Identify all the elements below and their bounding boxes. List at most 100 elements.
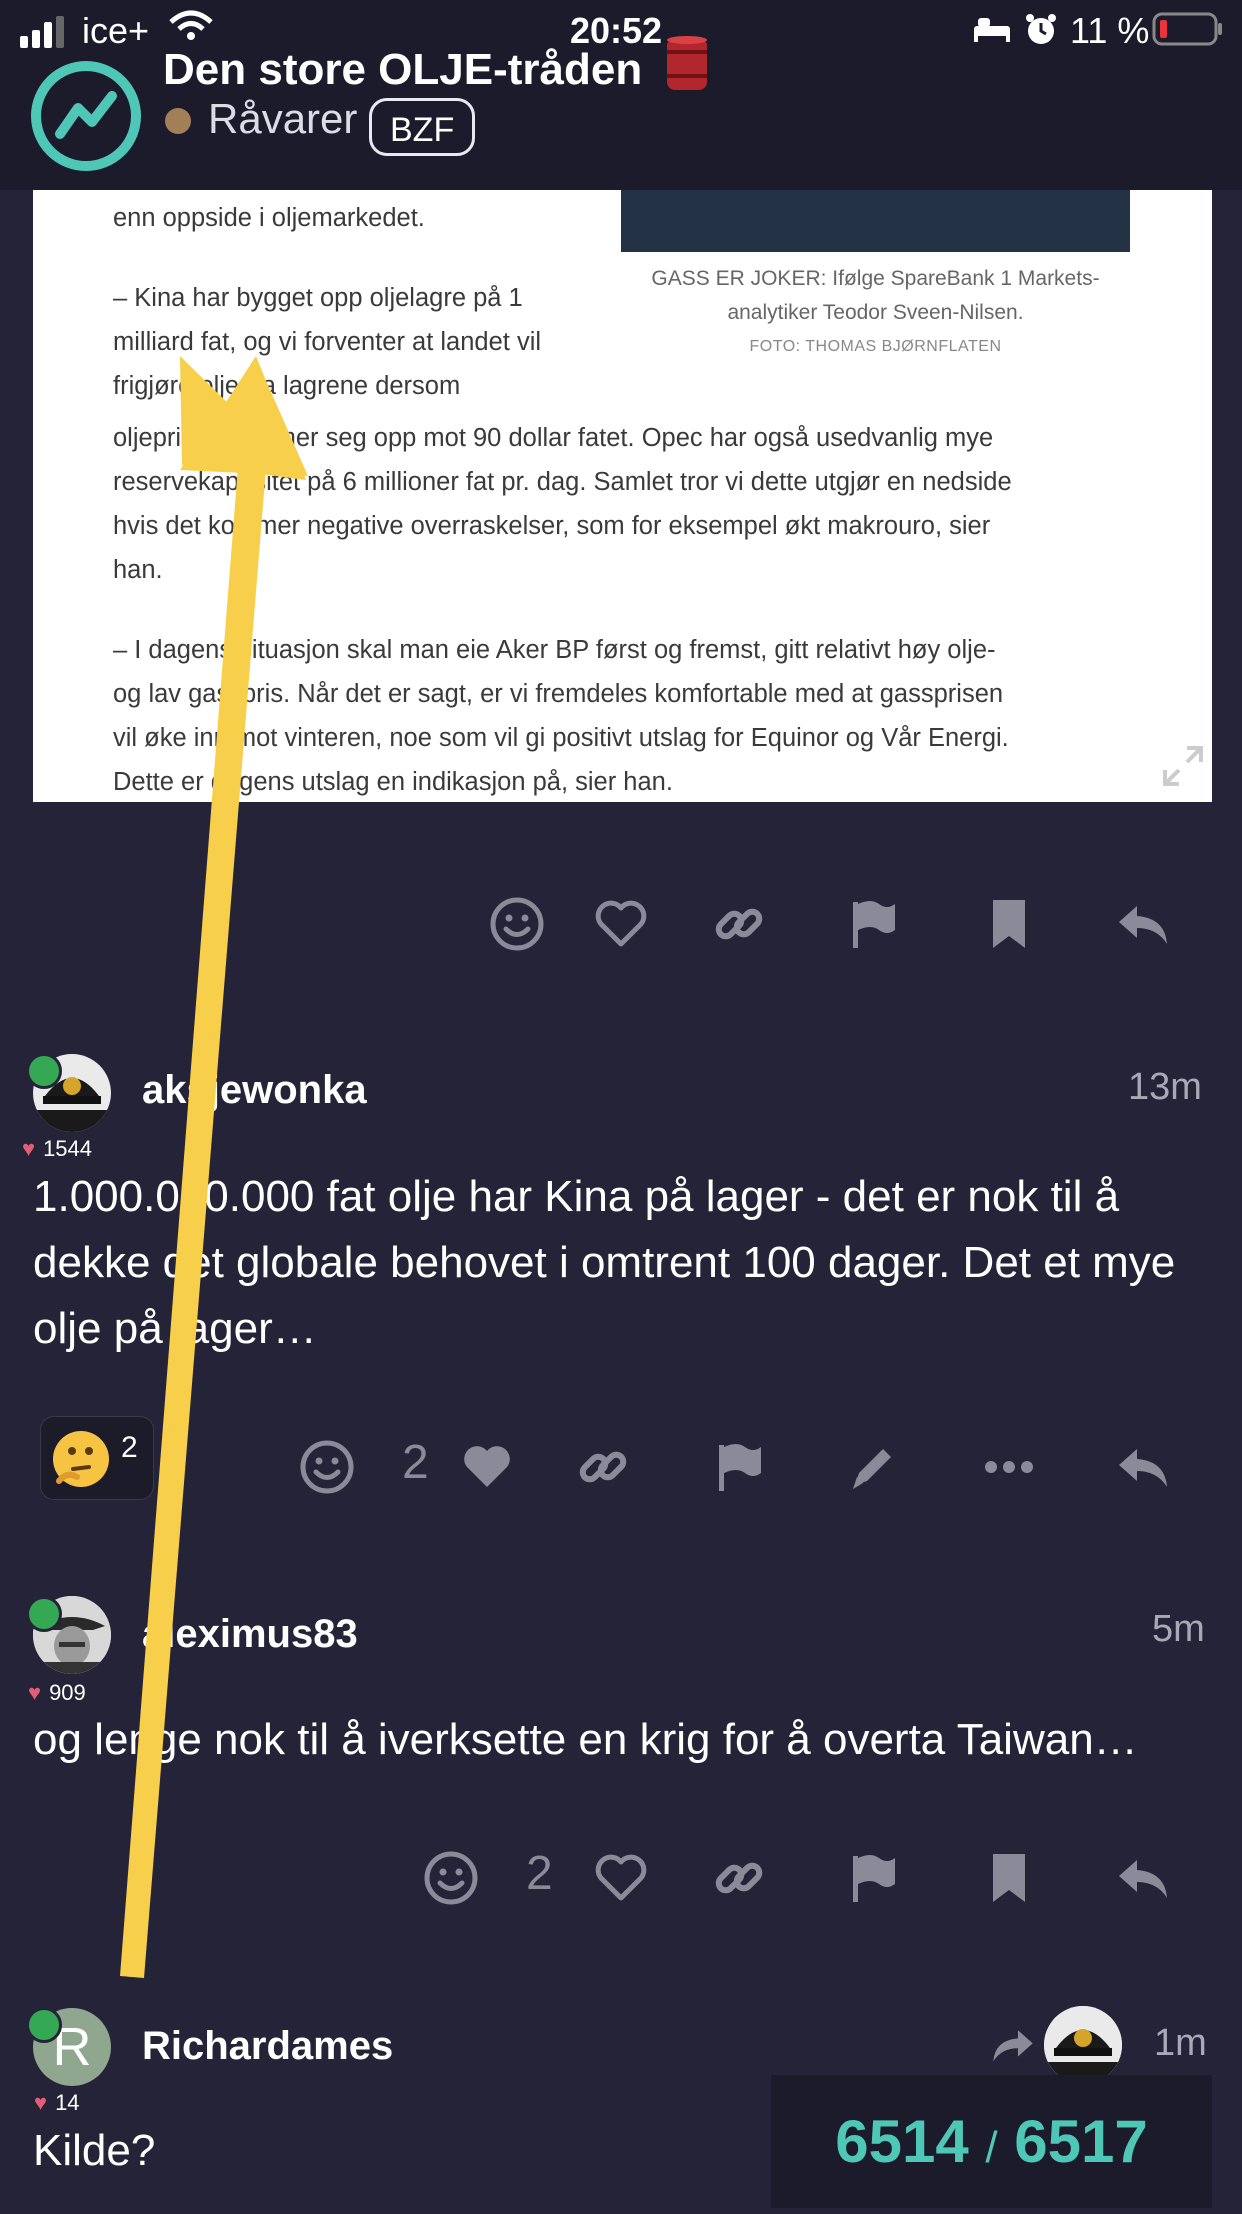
article-column-text: enn oppside i oljemarkedet. – Kina har b…: [113, 196, 633, 408]
copy-link-button[interactable]: [704, 1838, 774, 1918]
reply-to-avatar[interactable]: [1044, 2006, 1122, 2084]
reply-button[interactable]: [1108, 1427, 1178, 1507]
bookmark-button[interactable]: [974, 884, 1044, 964]
bed-icon: [974, 18, 1010, 42]
topic-title-text: Den store OLJE-tråden: [163, 45, 643, 94]
reply-to-icon[interactable]: [990, 2022, 1036, 2068]
post-actions: 2: [0, 1427, 1242, 1507]
article-line: og lav gasspris. Når det er sagt, er vi …: [113, 680, 1004, 708]
online-indicator: [26, 1596, 62, 1632]
flag-icon: [711, 1439, 767, 1495]
reply-button[interactable]: [1108, 884, 1178, 964]
photo-caption: GASS ER JOKER: Ifølge SpareBank 1 Market…: [621, 262, 1130, 364]
post-actions: [0, 884, 1242, 964]
article-line: enn oppside i oljemarkedet.: [113, 204, 425, 232]
user-likes: ♥ 909: [28, 1680, 86, 1706]
article-line: han.: [113, 556, 163, 584]
caption-line: analytiker Teodor Sveen-Nilsen.: [727, 301, 1024, 324]
post-time[interactable]: 1m: [1154, 2022, 1207, 2065]
flag-icon: [845, 1850, 901, 1906]
username[interactable]: aksjewonka: [142, 1068, 367, 1113]
flag-button[interactable]: [838, 884, 908, 964]
heart-filled-icon: [459, 1439, 515, 1495]
pencil-icon: [845, 1439, 901, 1495]
reply-icon: [1115, 896, 1171, 952]
article-full-text: oljeprisen nærmer seg opp mot 90 dollar …: [113, 416, 1203, 802]
username[interactable]: aleximus83: [142, 1612, 358, 1657]
copy-link-button[interactable]: [704, 884, 774, 964]
progress-total: 6517: [1014, 2108, 1148, 2175]
flag-icon: [845, 896, 901, 952]
category-color-dot: [165, 108, 191, 134]
battery-icon: [1152, 12, 1222, 46]
post-time[interactable]: 13m: [1128, 1066, 1202, 1109]
article-line: vil øke inn mot vinteren, noe som vil gi…: [113, 724, 1009, 752]
article-line: hvis det kommer negative overraskelser, …: [113, 512, 991, 540]
topic-progress[interactable]: 6514 / 6517: [771, 2075, 1212, 2208]
article-line: oljeprisen nærmer seg opp mot 90 dollar …: [113, 424, 994, 452]
reply-icon: [1115, 1850, 1171, 1906]
heart-icon: ♥: [22, 1136, 36, 1161]
react-button[interactable]: [292, 1427, 362, 1507]
react-button[interactable]: [482, 884, 552, 964]
post-actions: 2: [0, 1838, 1242, 1918]
article-line: reservekapasitet på 6 millioner fat pr. …: [113, 468, 1012, 496]
post-body: og lenge nok til å iverksette en krig fo…: [33, 1715, 1138, 1764]
oil-barrel-icon: [667, 36, 708, 90]
like-count[interactable]: 2: [526, 1846, 553, 1901]
user-likes: ♥ 14: [34, 2090, 80, 2116]
bookmark-button[interactable]: [974, 1838, 1044, 1918]
progress-separator: /: [985, 2123, 998, 2172]
article-line: – I dagens situasjon skal man eie Aker B…: [113, 636, 996, 664]
topic-title[interactable]: Den store OLJE-tråden: [163, 34, 710, 95]
more-dots-icon: [981, 1439, 1037, 1495]
topic-tag[interactable]: BZF: [369, 98, 476, 156]
like-count[interactable]: 2: [402, 1435, 429, 1490]
category-link[interactable]: Råvarer: [208, 95, 357, 143]
alarm-icon: [1026, 14, 1056, 44]
link-icon: [711, 1850, 767, 1906]
topic-header: ice+ 20:52 11 % Den store OLJE-tråden Rå…: [0, 0, 1242, 190]
post-time[interactable]: 5m: [1152, 1608, 1205, 1651]
battery-percent: 11 %: [1070, 10, 1150, 51]
online-indicator: [26, 1053, 62, 1089]
likes-count: 909: [49, 1680, 86, 1705]
caption-credit: FOTO: THOMAS BJØRNFLATEN: [749, 338, 1002, 355]
article-line: frigjøre olje fra lagrene dersom: [113, 372, 461, 400]
link-icon: [711, 896, 767, 952]
copy-link-button[interactable]: [568, 1427, 638, 1507]
heart-icon: [593, 1850, 649, 1906]
heart-icon: ♥: [28, 1680, 42, 1705]
article-photo: [621, 190, 1130, 252]
edit-button[interactable]: [838, 1427, 908, 1507]
progress-current: 6514: [835, 2108, 969, 2175]
smile-icon: [299, 1439, 355, 1495]
like-button[interactable]: [586, 884, 656, 964]
flag-button[interactable]: [838, 1838, 908, 1918]
likes-count: 1544: [43, 1136, 93, 1161]
post-body: Kilde?: [33, 2126, 156, 2175]
smile-icon: [423, 1850, 479, 1906]
username[interactable]: Richardames: [142, 2024, 393, 2069]
like-button[interactable]: [586, 1838, 656, 1918]
bookmark-icon: [981, 896, 1037, 952]
reply-button[interactable]: [1108, 1838, 1178, 1918]
captain-avatar-icon: [1044, 2006, 1122, 2084]
heart-icon: ♥: [34, 2090, 48, 2115]
expand-icon[interactable]: [1159, 742, 1207, 790]
link-icon: [575, 1439, 631, 1495]
like-button[interactable]: [452, 1427, 522, 1507]
site-logo-icon[interactable]: [30, 60, 142, 172]
article-screenshot[interactable]: GASS ER JOKER: Ifølge SpareBank 1 Market…: [33, 190, 1212, 802]
reply-icon: [1115, 1439, 1171, 1495]
flag-button[interactable]: [704, 1427, 774, 1507]
user-likes: ♥ 1544: [22, 1136, 92, 1162]
more-button[interactable]: [974, 1427, 1044, 1507]
likes-count: 14: [55, 2090, 80, 2115]
heart-icon: [593, 896, 649, 952]
article-line: milliard fat, og vi forventer at landet …: [113, 328, 542, 356]
smile-icon: [489, 896, 545, 952]
signal-icon: [20, 16, 64, 48]
react-button[interactable]: [416, 1838, 486, 1918]
article-line: Dette er dagens utslag en indikasjon på,…: [113, 768, 673, 796]
